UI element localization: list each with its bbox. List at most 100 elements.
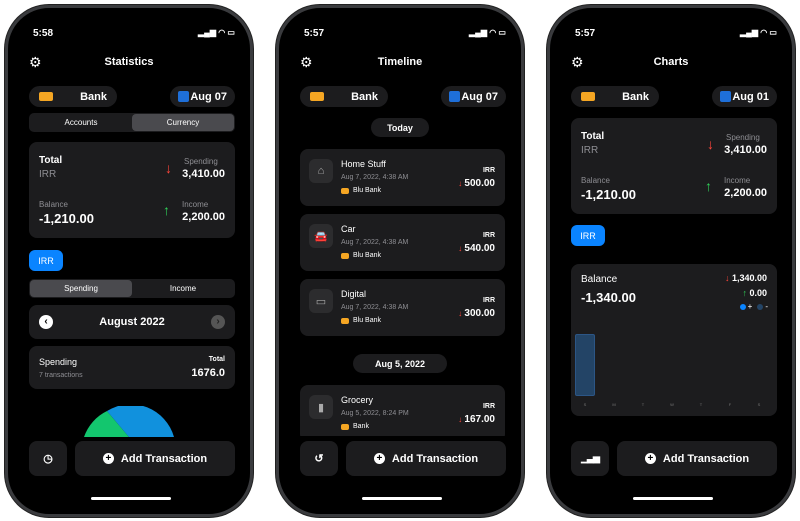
transaction-account: Blu Bank: [341, 187, 381, 194]
add-transaction-button[interactable]: + Add Transaction: [75, 441, 235, 476]
chart-legend: + -: [739, 302, 768, 311]
balance-value: -1,210.00: [581, 187, 636, 202]
day-label: T: [641, 402, 645, 407]
tab-spending[interactable]: Spending: [30, 280, 132, 297]
spending-label: Spending: [726, 133, 760, 142]
status-icons: ▂▄▆ ◠ ▭: [198, 28, 235, 37]
tab-income[interactable]: Income: [132, 280, 234, 297]
add-transaction-button[interactable]: + Add Transaction: [346, 441, 506, 476]
date-group-header: Aug 5, 2022: [353, 354, 447, 373]
spending-total-card: Spending 7 transactions Total 1676.0: [29, 346, 235, 389]
total-value: 1676.0: [191, 367, 225, 379]
spending-pie-chart: [84, 406, 174, 437]
bag-icon: ▮: [309, 395, 333, 419]
account-label: Bank: [622, 90, 649, 103]
chart-in-value: 0.00: [749, 288, 767, 298]
chart-balance-label: Balance: [581, 274, 618, 285]
add-transaction-label: Add Transaction: [662, 452, 750, 465]
phone-timeline: 5:57 ▂▄▆ ◠ ▭ ⚙ Timeline Bank Aug 07 Toda…: [276, 5, 524, 517]
legend-minus-label: -: [765, 302, 768, 311]
history-button[interactable]: ◷: [29, 441, 67, 476]
status-icons: ▂▄▆ ◠ ▭: [740, 28, 777, 37]
transaction-account: Bank: [341, 423, 369, 430]
transaction-count: 7 transactions: [39, 372, 83, 379]
transaction-date: Aug 7, 2022, 4:38 AM: [341, 174, 409, 181]
date-label: Aug 07: [190, 90, 227, 103]
house-icon: ⌂: [309, 159, 333, 183]
arrow-down-icon: ↓: [707, 136, 714, 152]
status-time: 5:57: [575, 28, 596, 39]
currency-irr-button[interactable]: IRR: [29, 250, 63, 271]
account-name: Blu Bank: [353, 252, 382, 259]
clock-icon: ◷: [43, 453, 53, 465]
card-icon: [341, 317, 349, 324]
home-indicator: [633, 497, 713, 500]
spending-value: 3,410.00: [724, 144, 767, 156]
transaction-account: Blu Bank: [341, 252, 381, 259]
transaction-item[interactable]: ▮ Grocery Aug 5, 2022, 8:24 PM Bank IRR …: [300, 385, 505, 436]
add-transaction-label: Add Transaction: [391, 452, 479, 465]
add-transaction-button[interactable]: + Add Transaction: [617, 441, 777, 476]
balance-label: Balance: [39, 200, 68, 209]
total-label: Total: [208, 356, 225, 363]
arrow-up-icon: ↑: [705, 178, 712, 194]
card-icon: [581, 92, 595, 101]
bar-minus: [575, 334, 595, 396]
account-selector[interactable]: Bank: [571, 86, 659, 107]
transaction-item[interactable]: ⌂ Home Stuff Aug 7, 2022, 4:38 AM Blu Ba…: [300, 149, 505, 206]
summary-card: Total IRR Balance -1,210.00 ↓ Spending 3…: [571, 118, 777, 214]
balance-label: Balance: [581, 176, 610, 185]
day-label: S: [757, 402, 761, 407]
transaction-amount: 500.00: [464, 178, 495, 189]
day-label: F: [728, 402, 732, 407]
add-transaction-label: Add Transaction: [120, 452, 208, 465]
account-selector[interactable]: Bank: [29, 86, 117, 107]
timeline-list[interactable]: Today ⌂ Home Stuff Aug 7, 2022, 4:38 AM B…: [279, 86, 521, 436]
card-icon: [39, 92, 53, 101]
balance-value: -1,210.00: [39, 211, 94, 226]
status-time: 5:58: [33, 28, 54, 39]
spending-card-label: Spending: [39, 357, 78, 367]
status-time: 5:57: [304, 28, 325, 39]
date-selector[interactable]: Aug 01: [712, 86, 777, 107]
charts-button[interactable]: ▁▃▅: [571, 441, 609, 476]
card-icon: [341, 252, 349, 259]
legend-plus-label: +: [747, 302, 753, 311]
arrow-up-icon: ↑: [163, 202, 170, 218]
account-label: Bank: [80, 90, 107, 103]
summary-card: Total IRR Balance -1,210.00 ↓ Spending 3…: [29, 142, 235, 238]
transaction-item[interactable]: 🚘 Car Aug 7, 2022, 4:38 AM Blu Bank IRR …: [300, 214, 505, 271]
chevron-left-icon[interactable]: ‹: [39, 315, 53, 329]
transaction-currency: IRR: [482, 232, 495, 239]
spending-value: 3,410.00: [182, 168, 225, 180]
page-title: Timeline: [377, 56, 423, 68]
account-name: Bank: [353, 423, 369, 430]
page-title: Statistics: [104, 56, 154, 68]
bar-chart-icon: ▁▃▅: [581, 453, 600, 463]
transaction-amount: 300.00: [464, 308, 495, 319]
account-name: Blu Bank: [353, 317, 382, 324]
history-icon: ↺: [314, 453, 324, 465]
history-button[interactable]: ↺: [300, 441, 338, 476]
car-icon: 🚘: [309, 224, 333, 248]
card-icon: [341, 187, 349, 194]
transaction-name: Grocery: [341, 395, 374, 405]
currency-label: IRR: [581, 145, 599, 156]
type-segment[interactable]: Spending Income: [29, 279, 235, 298]
currency-irr-button[interactable]: IRR: [571, 225, 605, 246]
legend-minus-dot: [757, 303, 764, 310]
arrow-down-icon: ↓: [165, 160, 172, 176]
transaction-amount: 167.00: [464, 414, 495, 425]
transaction-currency: IRR: [482, 167, 495, 174]
transaction-item[interactable]: ▭ Digital Aug 7, 2022, 4:38 AM Blu Bank …: [300, 279, 505, 336]
date-selector[interactable]: Aug 07: [170, 86, 235, 107]
chart-balance-value: -1,340.00: [581, 290, 636, 305]
chevron-right-icon[interactable]: ›: [211, 315, 225, 329]
transaction-date: Aug 7, 2022, 4:38 AM: [341, 304, 409, 311]
battery-icon: ▭: [309, 289, 333, 313]
tab-currency[interactable]: Currency: [132, 114, 234, 131]
date-label: Aug 01: [732, 90, 769, 103]
tab-accounts[interactable]: Accounts: [30, 114, 132, 131]
chart-out-row: ↓ 1,340.00: [725, 273, 767, 283]
view-segment[interactable]: Accounts Currency: [29, 113, 235, 132]
